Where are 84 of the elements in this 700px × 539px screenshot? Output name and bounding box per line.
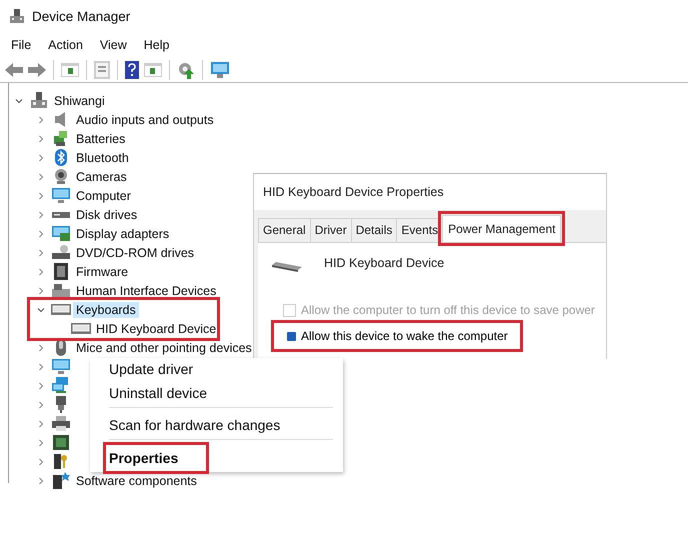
keyboard-icon xyxy=(51,304,71,316)
plug-icon xyxy=(54,396,68,413)
key-icon xyxy=(53,453,69,470)
panel-icon xyxy=(144,62,162,78)
panel-icon xyxy=(61,62,79,78)
keyboard-icon xyxy=(52,282,70,299)
chevron-icon[interactable] xyxy=(15,96,23,104)
bluetooth-icon xyxy=(53,149,69,166)
chevron-icon[interactable] xyxy=(37,306,45,314)
help-button[interactable] xyxy=(125,61,139,79)
chevron-icon[interactable] xyxy=(37,286,45,294)
tree-item[interactable]: Disk drives xyxy=(73,206,140,222)
tree-item[interactable]: Firmware xyxy=(73,264,132,280)
chevron-icon[interactable] xyxy=(37,382,45,390)
software-icon xyxy=(52,472,70,489)
battery-icon xyxy=(53,130,69,147)
menu-item[interactable]: View xyxy=(100,38,127,58)
printer-icon xyxy=(52,415,70,432)
tree-item[interactable]: Computer xyxy=(73,188,134,204)
device-name: HID Keyboard Device xyxy=(324,256,444,270)
tree-item[interactable]: Audio inputs and outputs xyxy=(73,112,217,128)
tab[interactable]: General xyxy=(258,218,311,242)
chevron-icon[interactable] xyxy=(37,248,45,256)
tree-item[interactable]: DVD/CD-ROM drives xyxy=(73,244,198,260)
chip-icon xyxy=(53,434,69,451)
back-arrow-icon xyxy=(5,63,23,77)
tree-item[interactable]: Mice and other pointing devices xyxy=(73,340,255,356)
window-title: Device Manager xyxy=(32,8,130,24)
tree-item[interactable]: Keyboards xyxy=(73,302,139,318)
help-icon xyxy=(125,61,139,79)
scan-hardware-button[interactable] xyxy=(210,61,230,79)
forward-arrow-icon xyxy=(28,63,46,77)
app-icon xyxy=(10,9,24,23)
dialog-title: HID Keyboard Device Properties xyxy=(262,184,445,201)
chevron-icon[interactable] xyxy=(37,172,45,180)
checkbox[interactable] xyxy=(287,332,296,340)
chevron-icon[interactable] xyxy=(37,438,45,446)
computer-icon xyxy=(31,92,47,109)
monitor-icon xyxy=(52,187,70,204)
checkbox-label: Allow this device to wake the computer xyxy=(301,329,508,343)
menu-item[interactable]: Update driver xyxy=(90,359,343,379)
tree-item[interactable]: Software components xyxy=(73,472,200,488)
tree-item[interactable]: HID Keyboard Device xyxy=(93,320,220,336)
chevron-icon[interactable] xyxy=(37,400,45,408)
action-pane-button[interactable] xyxy=(144,62,162,78)
display-adapter-icon xyxy=(52,225,70,242)
chevron-icon[interactable] xyxy=(37,344,45,352)
update-driver-button[interactable] xyxy=(177,61,195,79)
chevron-icon[interactable] xyxy=(37,154,45,162)
properties-button[interactable] xyxy=(94,61,110,79)
chevron-icon[interactable] xyxy=(37,268,45,276)
drive-icon xyxy=(52,244,70,261)
tree-item[interactable]: Batteries xyxy=(73,130,128,146)
chevron-icon[interactable] xyxy=(37,192,45,200)
chevron-icon[interactable] xyxy=(37,210,45,218)
console-tree-button[interactable] xyxy=(61,62,79,78)
monitor-icon xyxy=(52,358,70,375)
chevron-icon[interactable] xyxy=(37,362,45,370)
monitor-icon xyxy=(210,61,230,79)
tree-item[interactable]: Cameras xyxy=(73,168,130,184)
drive-icon xyxy=(52,212,70,218)
menu-item[interactable]: Help xyxy=(144,38,170,58)
document-icon xyxy=(94,61,110,79)
chevron-icon[interactable] xyxy=(37,420,45,428)
webcam-icon xyxy=(53,168,69,185)
chevron-icon[interactable] xyxy=(37,230,45,238)
chevron-icon[interactable] xyxy=(37,458,45,466)
tree-item[interactable]: Human Interface Devices xyxy=(73,282,220,298)
back-button[interactable] xyxy=(5,63,23,77)
chevron-icon[interactable] xyxy=(37,116,45,124)
gear-icon xyxy=(177,61,195,79)
checkbox-label: Allow the computer to turn off this device to save power xyxy=(301,303,595,317)
menu-item[interactable]: Action xyxy=(48,38,83,58)
chevron-icon[interactable] xyxy=(37,476,45,484)
tree-item[interactable]: Bluetooth xyxy=(73,150,132,166)
tree-item[interactable]: Display adapters xyxy=(73,226,172,242)
menu-item[interactable]: File xyxy=(11,38,32,58)
keyboard-icon xyxy=(71,322,91,334)
menu-item[interactable]: Uninstall device xyxy=(90,383,343,403)
forward-button[interactable] xyxy=(28,63,46,77)
chevron-icon[interactable] xyxy=(37,134,45,142)
chip-icon xyxy=(53,263,69,280)
network-icon xyxy=(52,377,70,394)
tree-item[interactable]: Shiwangi xyxy=(51,92,108,108)
